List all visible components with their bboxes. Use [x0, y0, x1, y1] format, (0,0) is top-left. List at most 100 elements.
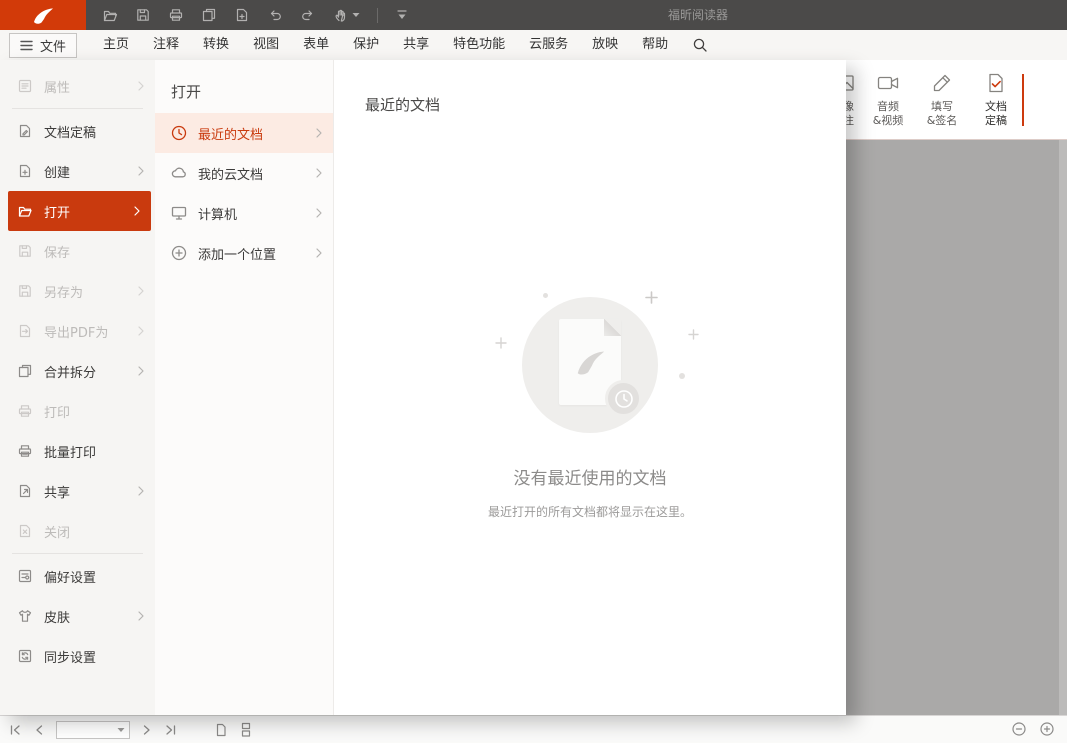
sidebar-item-share[interactable]: 共享 — [0, 471, 155, 511]
sidebar-item-label: 创建 — [44, 162, 127, 181]
sidebar-item-create[interactable]: 创建 — [0, 151, 155, 191]
chevron-right-icon — [316, 248, 322, 258]
tab-share[interactable]: 共享 — [391, 30, 441, 60]
sidebar-item-preferences[interactable]: 偏好设置 — [0, 556, 155, 596]
chevron-right-icon — [138, 486, 144, 496]
doc-finalize-icon — [17, 123, 33, 139]
open-panel-title: 打开 — [171, 82, 333, 102]
open-item-recent-documents[interactable]: 最近的文档 — [155, 113, 333, 153]
tab-special-features[interactable]: 特色功能 — [441, 30, 517, 60]
page-input-caret-icon — [117, 727, 125, 733]
tab-cloud-service[interactable]: 云服务 — [517, 30, 580, 60]
ribbon-group-fill-sign[interactable]: 填写 &签名 — [916, 71, 968, 128]
prev-page-button[interactable] — [33, 723, 45, 737]
ribbon-group-audio-video[interactable]: 音频 &视频 — [862, 71, 914, 128]
sidebar-item-export-pdf[interactable]: 导出PDF为 — [0, 311, 155, 351]
quick-access-toolbar — [102, 7, 409, 23]
customize-quick-access-icon[interactable] — [395, 9, 409, 21]
continuous-page-view-button[interactable] — [239, 722, 253, 738]
sidebar-item-print[interactable]: 打印 — [0, 391, 155, 431]
folded-corner — [604, 319, 621, 336]
save-icon[interactable] — [135, 7, 151, 23]
open-item-my-cloud-documents[interactable]: 我的云文档 — [155, 153, 333, 193]
sidebar-item-label: 打开 — [44, 202, 123, 221]
open-item-computer[interactable]: 计算机 — [155, 193, 333, 233]
sidebar-item-close[interactable]: 关闭 — [0, 511, 155, 551]
sidebar-item-save[interactable]: 保存 — [0, 231, 155, 271]
vertical-scrollbar[interactable] — [1059, 140, 1067, 715]
hamburger-icon — [20, 40, 33, 51]
doc-finalize-icon — [984, 71, 1008, 95]
print-icon[interactable] — [168, 7, 184, 23]
ribbon-label: 文档 — [985, 100, 1007, 113]
new-page-icon[interactable] — [234, 7, 250, 23]
zoom-in-icon[interactable] — [1039, 721, 1055, 737]
last-page-button[interactable] — [164, 723, 178, 737]
export-pdf-icon — [17, 323, 33, 339]
share-icon — [17, 483, 33, 499]
open-item-add-a-place[interactable]: 添加一个位置 — [155, 233, 333, 273]
foxit-logo-icon — [31, 4, 55, 26]
copy-page-icon[interactable] — [201, 7, 217, 23]
search-icon[interactable] — [692, 37, 708, 53]
first-page-button[interactable] — [8, 723, 22, 737]
sidebar-item-label: 合并拆分 — [44, 362, 127, 381]
sidebar-item-label: 皮肤 — [44, 607, 127, 626]
file-menu-button[interactable]: 文件 — [9, 33, 77, 58]
window-title: 福昕阅读器 — [668, 0, 728, 30]
sidebar-item-label: 关闭 — [44, 522, 144, 541]
sidebar-item-merge-split[interactable]: 合并拆分 — [0, 351, 155, 391]
chevron-right-icon — [138, 286, 144, 296]
close-doc-icon — [17, 523, 33, 539]
sidebar-item-label: 共享 — [44, 482, 127, 501]
ribbon-tab-bar: 文件 主页 注释 转换 视图 表单 保护 共享 特色功能 云服务 放映 帮助 — [0, 30, 1067, 60]
ribbon-tabs: 主页 注释 转换 视图 表单 保护 共享 特色功能 云服务 放映 帮助 — [91, 30, 680, 60]
dropdown-caret-icon — [352, 12, 360, 18]
sidebar-item-open[interactable]: 打开 — [8, 191, 151, 231]
chevron-right-icon — [316, 208, 322, 218]
sidebar-item-batch-print[interactable]: 批量打印 — [0, 431, 155, 471]
zoom-out-icon[interactable] — [1011, 721, 1027, 737]
chevron-right-icon — [134, 206, 140, 216]
ribbon-label: 定稿 — [985, 114, 1007, 127]
sidebar-item-label: 另存为 — [44, 282, 127, 301]
file-menu-sidebar: 属性 文档定稿 创建 打开 保存 — [0, 60, 155, 715]
page-number-input[interactable] — [56, 721, 130, 739]
sidebar-item-skin[interactable]: 皮肤 — [0, 596, 155, 636]
tab-view[interactable]: 视图 — [241, 30, 291, 60]
open-item-label: 添加一个位置 — [198, 244, 306, 263]
ribbon-label: 音频 — [877, 100, 899, 113]
status-bar — [0, 715, 1067, 743]
toolbar-divider — [377, 8, 378, 23]
undo-icon[interactable] — [267, 7, 283, 23]
sidebar-item-save-as[interactable]: 另存为 — [0, 271, 155, 311]
cloud-icon — [170, 164, 188, 182]
chevron-right-icon — [138, 366, 144, 376]
clock-badge-icon — [605, 380, 642, 417]
merge-split-icon — [17, 363, 33, 379]
open-icon — [17, 203, 33, 219]
hand-tool-icon[interactable] — [333, 7, 360, 23]
foxit-logo[interactable] — [0, 0, 86, 30]
ribbon-accent-bar — [1022, 74, 1024, 126]
tab-convert[interactable]: 转换 — [191, 30, 241, 60]
single-page-view-button[interactable] — [214, 722, 228, 738]
ribbon-label: &签名 — [927, 114, 958, 127]
next-page-button[interactable] — [141, 723, 153, 737]
tab-comment[interactable]: 注释 — [141, 30, 191, 60]
redo-icon[interactable] — [300, 7, 316, 23]
tab-help[interactable]: 帮助 — [630, 30, 680, 60]
ribbon-group-doc-finalize[interactable]: 文档 定稿 — [970, 71, 1022, 128]
open-item-label: 最近的文档 — [198, 124, 306, 143]
sidebar-item-doc-finalize[interactable]: 文档定稿 — [0, 111, 155, 151]
sidebar-item-properties[interactable]: 属性 — [0, 66, 155, 106]
open-file-icon[interactable] — [102, 7, 118, 23]
tab-protect[interactable]: 保护 — [341, 30, 391, 60]
ribbon-label: 填写 — [931, 100, 953, 113]
tab-form[interactable]: 表单 — [291, 30, 341, 60]
chevron-right-icon — [138, 166, 144, 176]
chevron-right-icon — [138, 611, 144, 621]
sidebar-item-sync-settings[interactable]: 同步设置 — [0, 636, 155, 676]
tab-projection[interactable]: 放映 — [580, 30, 630, 60]
tab-home[interactable]: 主页 — [91, 30, 141, 60]
